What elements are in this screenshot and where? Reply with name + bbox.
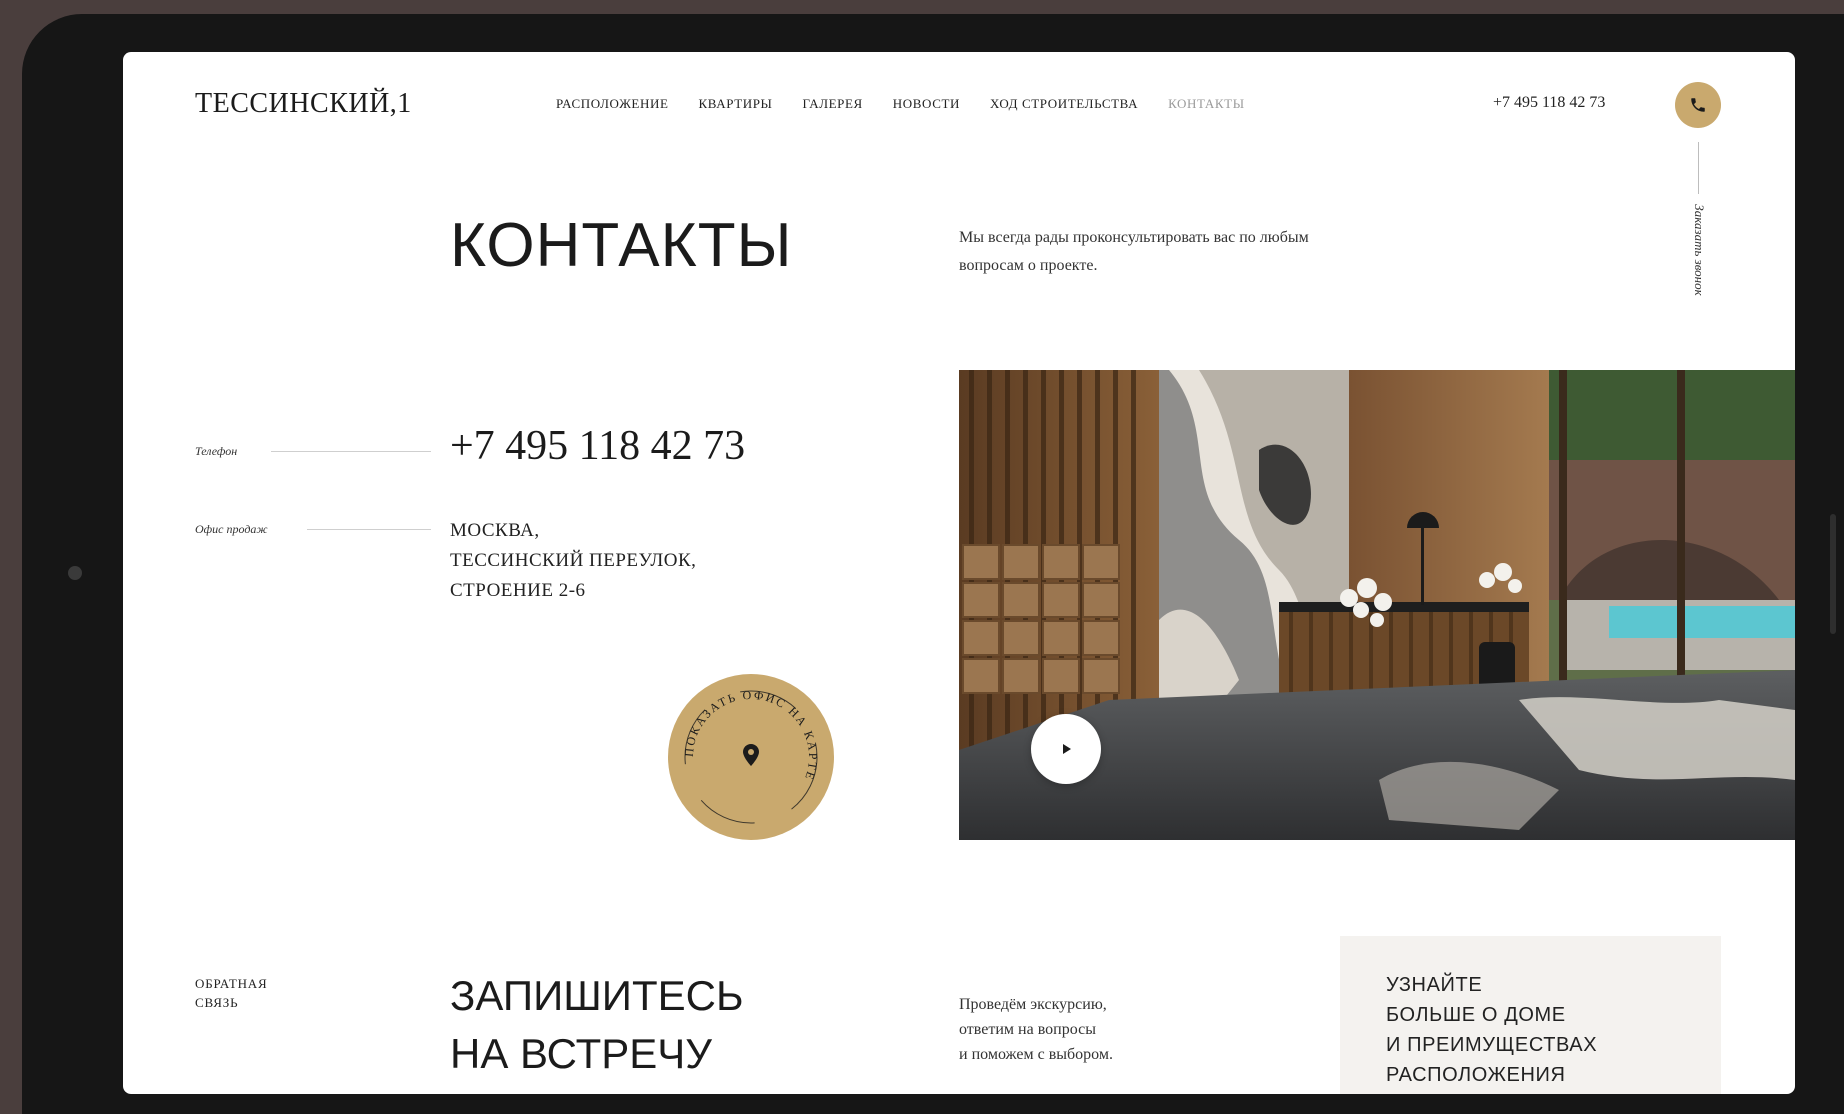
nav-item-contacts[interactable]: КОНТАКТЫ — [1168, 96, 1245, 112]
page: ТЕССИНСКИЙ,1 РАСПОЛОЖЕНИЕ КВАРТИРЫ ГАЛЕР… — [123, 52, 1795, 1094]
address-line: МОСКВА, — [450, 520, 540, 541]
request-call-link[interactable]: Заказать звонок — [1691, 170, 1707, 330]
section-label-line: СВЯЗЬ — [195, 995, 239, 1010]
office-address: МОСКВА, ТЕССИНСКИЙ ПЕРЕУЛОК, СТРОЕНИЕ 2-… — [450, 516, 696, 606]
office-label: Офис продаж — [195, 522, 268, 536]
section-label: ОБРАТНАЯ СВЯЗЬ — [195, 974, 267, 1012]
main-nav: РАСПОЛОЖЕНИЕ КВАРТИРЫ ГАЛЕРЕЯ НОВОСТИ ХО… — [556, 96, 1275, 112]
learn-line: УЗНАЙТЕ — [1386, 974, 1483, 996]
play-button[interactable] — [1031, 714, 1101, 784]
learn-line: БОЛЬШЕ О ДОМЕ — [1386, 1004, 1566, 1026]
address-line: ТЕССИНСКИЙ ПЕРЕУЛОК, — [450, 550, 697, 571]
meeting-title-line: ЗАПИШИТЕСЬ — [450, 972, 744, 1019]
address-line: СТРОЕНИЕ 2-6 — [450, 580, 586, 601]
tour-line: и поможем с выбором. — [959, 1046, 1113, 1063]
phone-label-line — [271, 451, 431, 452]
show-on-map-button[interactable]: ПОКАЗАТЬ ОФИС НА КАРТЕ — [668, 674, 834, 840]
learn-more-text[interactable]: УЗНАЙТЕ БОЛЬШЕ О ДОМЕ И ПРЕИМУЩЕСТВАХ РА… — [1386, 970, 1597, 1090]
show-on-map-text: ПОКАЗАТЬ ОФИС НА КАРТЕ — [682, 688, 818, 783]
intro-text: Мы всегда рады проконсультировать вас по… — [959, 229, 1309, 274]
meeting-title: ЗАПИШИТЕСЬ НА ВСТРЕЧУ — [450, 967, 744, 1083]
nav-item-construction[interactable]: ХОД СТРОИТЕЛЬСТВА — [990, 96, 1138, 112]
phone-label: Телефон — [195, 444, 238, 458]
side-button — [1830, 514, 1836, 634]
svg-text:ПОКАЗАТЬ ОФИС НА КАРТЕ: ПОКАЗАТЬ ОФИС НА КАРТЕ — [682, 688, 820, 783]
call-button[interactable] — [1675, 82, 1721, 128]
office-label-line — [307, 529, 431, 530]
logo[interactable]: ТЕССИНСКИЙ,1 — [195, 88, 412, 120]
tour-description: Проведём экскурсию, ответим на вопросы и… — [959, 992, 1113, 1067]
map-pin-icon — [743, 744, 759, 766]
page-title: КОНТАКТЫ — [450, 211, 793, 280]
section-label-line: ОБРАТНАЯ — [195, 976, 268, 991]
meeting-title-line: НА ВСТРЕЧУ — [450, 1030, 712, 1077]
phone-icon — [1691, 98, 1705, 112]
show-on-map-badge: ПОКАЗАТЬ ОФИС НА КАРТЕ — [682, 688, 820, 824]
tablet-frame: ТЕССИНСКИЙ,1 РАСПОЛОЖЕНИЕ КВАРТИРЫ ГАЛЕР… — [22, 14, 1844, 1114]
nav-item-news[interactable]: НОВОСТИ — [893, 96, 960, 112]
camera-icon — [68, 566, 82, 580]
tour-line: ответим на вопросы — [959, 1021, 1096, 1038]
learn-line: РАСПОЛОЖЕНИЯ — [1386, 1064, 1566, 1086]
nav-item-location[interactable]: РАСПОЛОЖЕНИЕ — [556, 96, 669, 112]
contact-phone[interactable]: +7 495 118 42 73 — [450, 422, 745, 470]
tour-line: Проведём экскурсию, — [959, 996, 1107, 1013]
nav-item-gallery[interactable]: ГАЛЕРЕЯ — [803, 96, 863, 112]
nav-item-apartments[interactable]: КВАРТИРЫ — [699, 96, 773, 112]
header-phone[interactable]: +7 495 118 42 73 — [1493, 94, 1605, 112]
learn-line: И ПРЕИМУЩЕСТВАХ — [1386, 1034, 1598, 1056]
play-icon — [1063, 744, 1071, 754]
